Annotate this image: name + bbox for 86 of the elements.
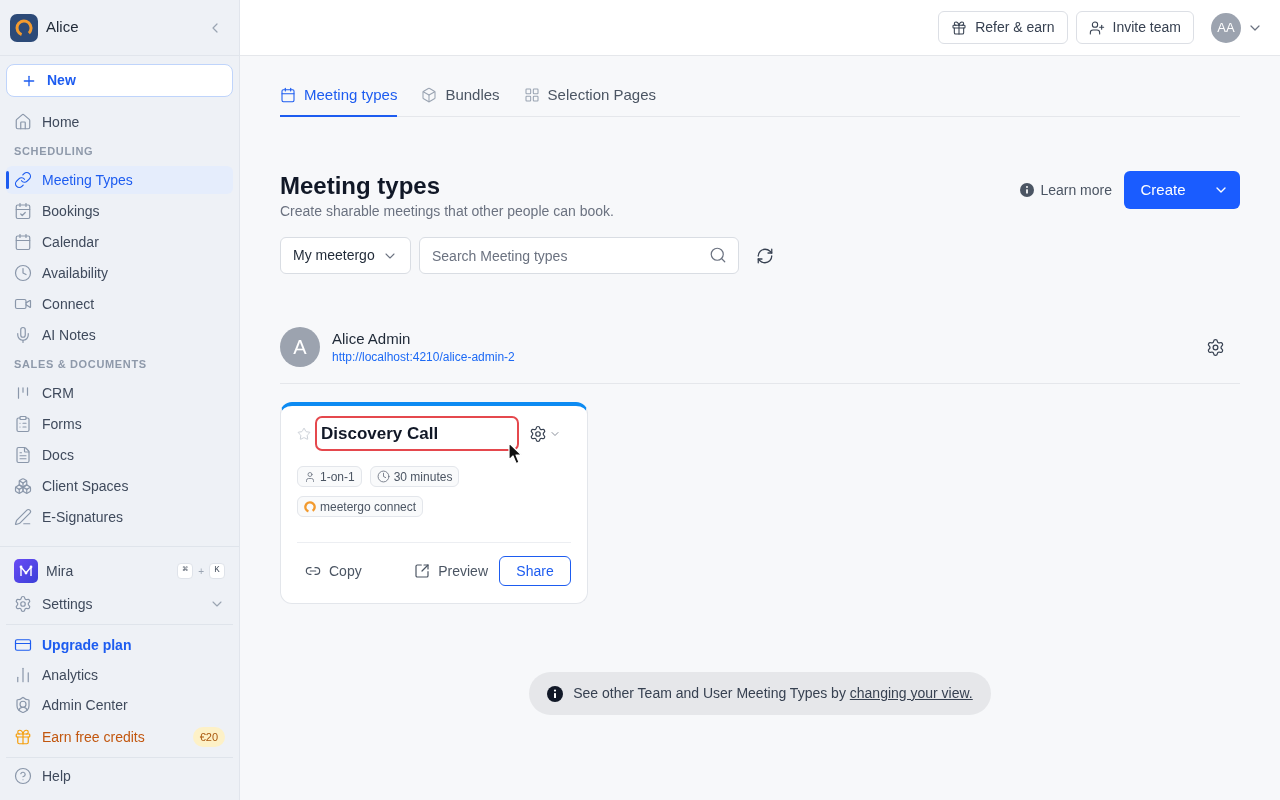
microphone-icon: [14, 326, 32, 344]
sidebar-item[interactable]: Meeting Types: [6, 166, 233, 194]
meeting-tag: 1-on-1: [297, 466, 362, 487]
clock-icon: [376, 470, 390, 483]
link-icon: [14, 171, 32, 189]
settings-icon: [14, 595, 32, 613]
sidebar-item[interactable]: Upgrade plan: [6, 631, 233, 659]
owner-name: Alice Admin: [332, 329, 412, 349]
home-icon: [14, 113, 32, 131]
keyboard-key: K: [209, 563, 225, 579]
info-icon: [1020, 183, 1035, 197]
clipboard-icon: [14, 415, 32, 433]
view-select[interactable]: My meetergo: [280, 237, 411, 274]
sidebar-item[interactable]: Analytics: [6, 661, 233, 689]
person-icon: [304, 470, 316, 483]
help-item[interactable]: Help: [6, 762, 233, 790]
star-icon[interactable]: [297, 426, 311, 441]
clock-icon: [14, 264, 32, 282]
assistant-logo-icon: [14, 559, 38, 583]
sidebar-item[interactable]: Bookings: [6, 197, 233, 225]
user-plus-icon: [1088, 19, 1105, 36]
cubes-icon: [14, 477, 32, 495]
sidebar-item[interactable]: Client Spaces: [6, 472, 233, 500]
sidebar-item[interactable]: Availability: [6, 259, 233, 287]
page-subtitle: Create sharable meetings that other people can book.: [280, 202, 614, 221]
new-button[interactable]: New: [6, 64, 233, 97]
keyboard-key: ⌘: [177, 563, 194, 579]
gift-icon: [951, 19, 968, 36]
page-title: Meeting types: [280, 171, 442, 201]
change-view-link[interactable]: changing your view.: [849, 685, 973, 701]
credit-card-icon: [14, 636, 32, 654]
credit-badge: €20: [192, 726, 225, 748]
search-icon: [709, 246, 727, 264]
card-settings-button[interactable]: [529, 424, 561, 443]
active-indicator: [6, 171, 9, 189]
refer-button[interactable]: Refer & earn: [938, 11, 1068, 44]
help-icon: [14, 767, 32, 785]
meeting-tag: 30 minutes: [369, 466, 460, 487]
workspace-name[interactable]: Alice: [46, 16, 79, 39]
pen-icon: [14, 508, 32, 526]
create-button[interactable]: Create: [1124, 171, 1202, 209]
app-logo-icon: [10, 13, 38, 42]
sidebar-item[interactable]: Calendar: [6, 228, 233, 256]
assistant-button[interactable]: Mira ⌘ + K: [6, 557, 233, 585]
gift-icon: [14, 728, 32, 746]
sidebar-item[interactable]: CRM: [6, 379, 233, 407]
meeting-tag: meetergo connect: [297, 496, 424, 517]
sidebar-item[interactable]: Admin Center: [6, 691, 233, 719]
preview-button[interactable]: Preview: [412, 556, 490, 586]
document-icon: [14, 446, 32, 464]
notice-text: See other Team and User Meeting Types by changing your view.: [573, 684, 973, 703]
sidebar-item[interactable]: E-Signatures: [6, 503, 233, 531]
meeting-title[interactable]: Discovery Call: [315, 416, 519, 451]
sidebar-item[interactable]: Earn free credits €20: [6, 723, 233, 751]
tab[interactable]: Meeting types: [280, 75, 398, 117]
sidebar-item[interactable]: Connect: [6, 290, 233, 318]
sidebar-item[interactable]: Docs: [6, 441, 233, 469]
sidebar-item[interactable]: Forms: [6, 410, 233, 438]
cube-icon: [421, 87, 438, 103]
settings-item[interactable]: Settings: [6, 590, 233, 618]
calendar-check-icon: [14, 202, 32, 220]
ring-logo-icon: [304, 500, 316, 513]
tab[interactable]: Bundles: [421, 75, 500, 117]
section-heading: SCHEDULING: [13, 143, 95, 159]
settings-icon[interactable]: [1206, 337, 1225, 357]
shortcut-plus: +: [198, 564, 204, 579]
sidebar-item[interactable]: AI Notes: [6, 321, 233, 349]
grid-icon: [523, 87, 540, 103]
shield-user-icon: [14, 696, 32, 714]
sidebar-item[interactable]: Home: [6, 108, 233, 136]
info-icon: [547, 685, 564, 702]
owner-avatar: A: [280, 327, 320, 367]
external-link-icon: [414, 563, 431, 579]
booking-link[interactable]: http://localhost:4210/alice-admin-2: [332, 349, 515, 365]
calendar-icon: [280, 87, 296, 103]
calendar-icon: [14, 233, 32, 251]
search-field[interactable]: Search Meeting types: [419, 237, 739, 274]
bar-chart-icon: [14, 666, 32, 684]
settings-icon: [529, 424, 547, 443]
learn-more-button[interactable]: Learn more: [1020, 179, 1112, 201]
section-heading: SALES & DOCUMENTS: [13, 356, 148, 372]
share-button[interactable]: Share: [499, 556, 571, 586]
refresh-icon[interactable]: [756, 246, 774, 265]
copy-button[interactable]: Copy: [297, 556, 370, 586]
tab[interactable]: Selection Pages: [523, 75, 656, 117]
invite-button[interactable]: Invite team: [1075, 11, 1194, 44]
